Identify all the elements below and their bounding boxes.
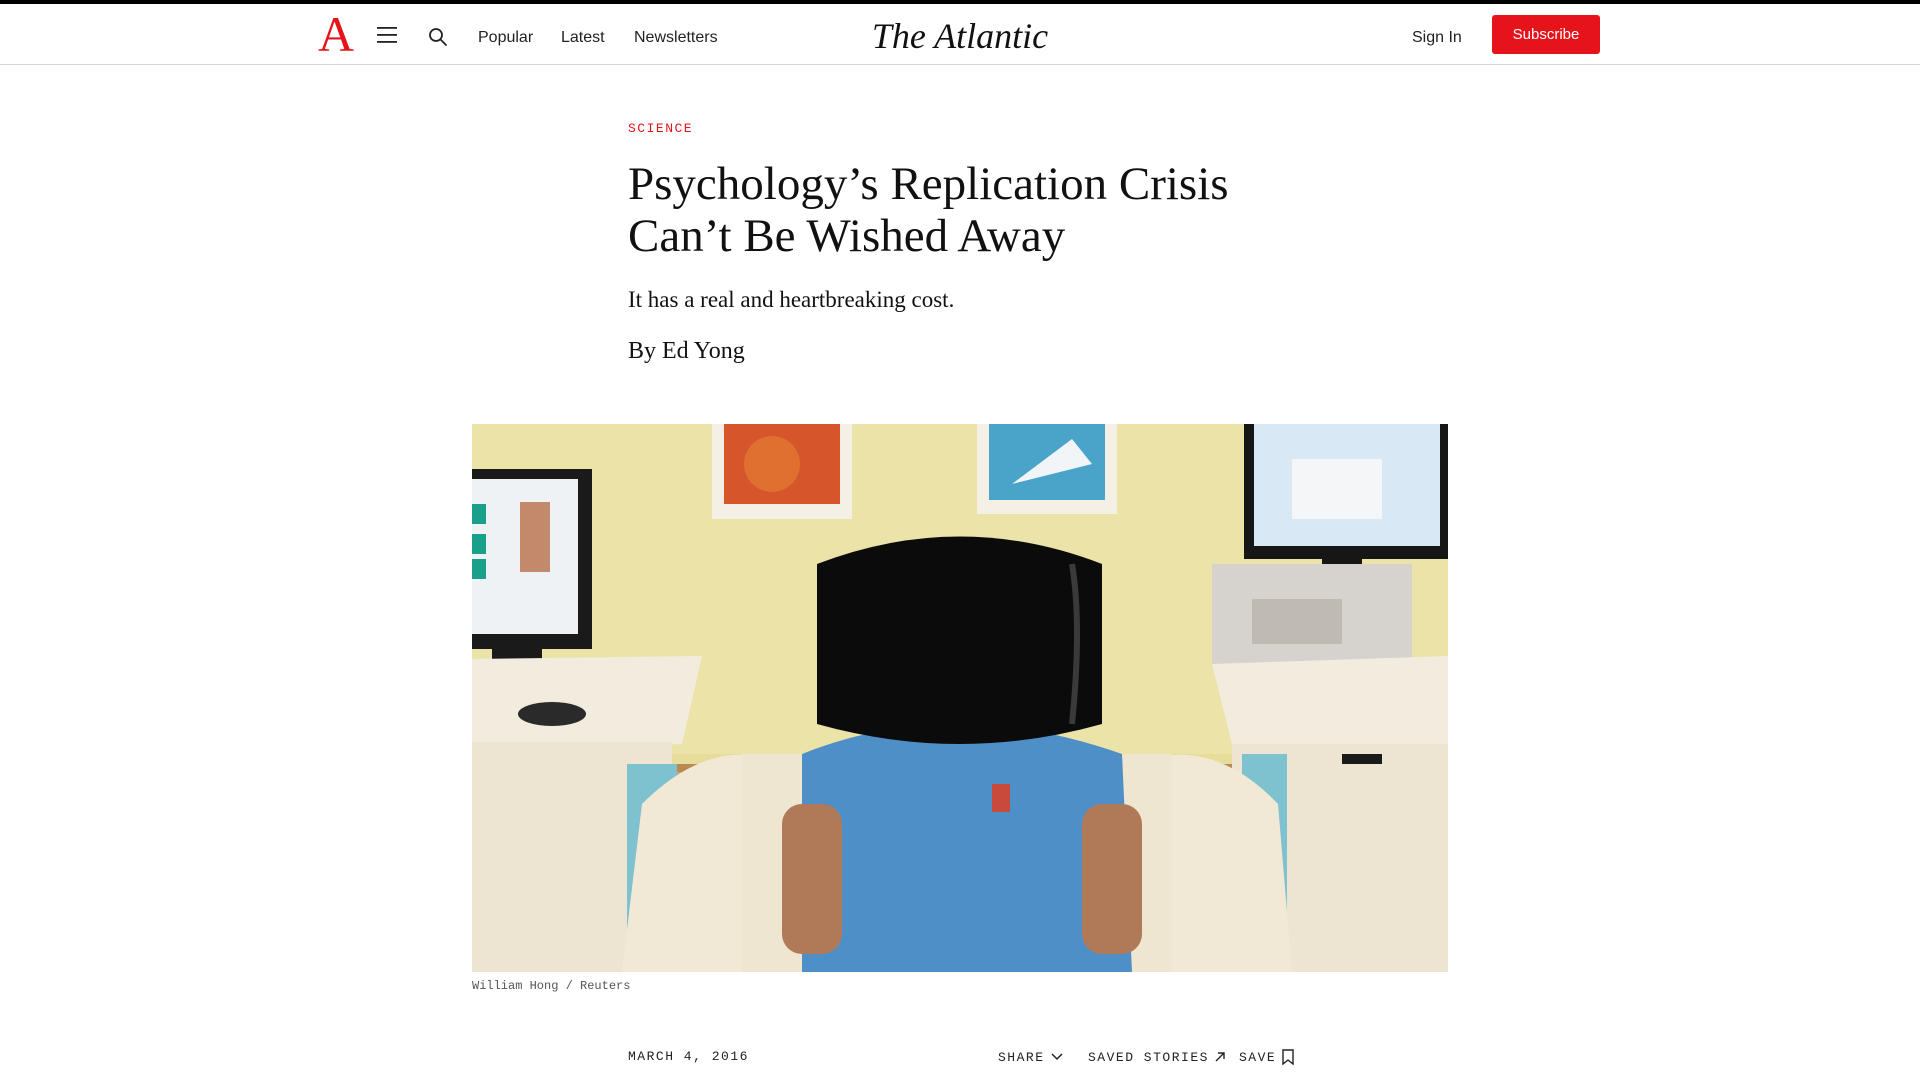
byline-prefix: By xyxy=(628,338,663,364)
publish-date: MARCH 4, 2016 xyxy=(628,1049,749,1064)
saved-stories-link[interactable]: SAVED STORIES xyxy=(1088,1046,1225,1068)
saved-stories-label: SAVED STORIES xyxy=(1088,1049,1209,1065)
nav-popular-link[interactable]: Popular xyxy=(478,26,533,50)
hamburger-menu-icon[interactable] xyxy=(375,24,399,46)
article-byline: By Ed Yong xyxy=(628,334,1028,368)
site-header: A Popular Latest Newsletters The Atlanti… xyxy=(0,4,1920,65)
lead-photo xyxy=(472,424,1448,972)
chevron-down-icon xyxy=(1050,1053,1063,1061)
sign-in-link[interactable]: Sign In xyxy=(1412,26,1462,50)
nav-latest-link[interactable]: Latest xyxy=(561,26,605,50)
share-button[interactable]: SHARE xyxy=(998,1046,1063,1068)
photo-credit: William Hong / Reuters xyxy=(472,979,631,993)
section-label[interactable]: SCIENCE xyxy=(628,121,693,136)
article-dek: It has a real and heartbreaking cost. xyxy=(628,287,955,312)
article-headline: Psychology’s Replication Crisis Can’t Be… xyxy=(628,158,1229,262)
nav-newsletters-link[interactable]: Newsletters xyxy=(634,26,718,50)
subscribe-button[interactable]: Subscribe xyxy=(1492,15,1600,54)
atlantic-logo[interactable]: A xyxy=(318,9,354,59)
arrow-up-right-icon xyxy=(1215,1052,1225,1062)
save-button[interactable]: SAVE xyxy=(1239,1046,1294,1068)
share-label: SHARE xyxy=(998,1049,1045,1065)
save-label: SAVE xyxy=(1239,1049,1277,1065)
bookmark-icon xyxy=(1282,1049,1294,1065)
site-wordmark[interactable]: The Atlantic xyxy=(860,14,1060,58)
search-icon[interactable] xyxy=(427,26,449,48)
author-link[interactable]: Ed Yong xyxy=(662,338,745,364)
